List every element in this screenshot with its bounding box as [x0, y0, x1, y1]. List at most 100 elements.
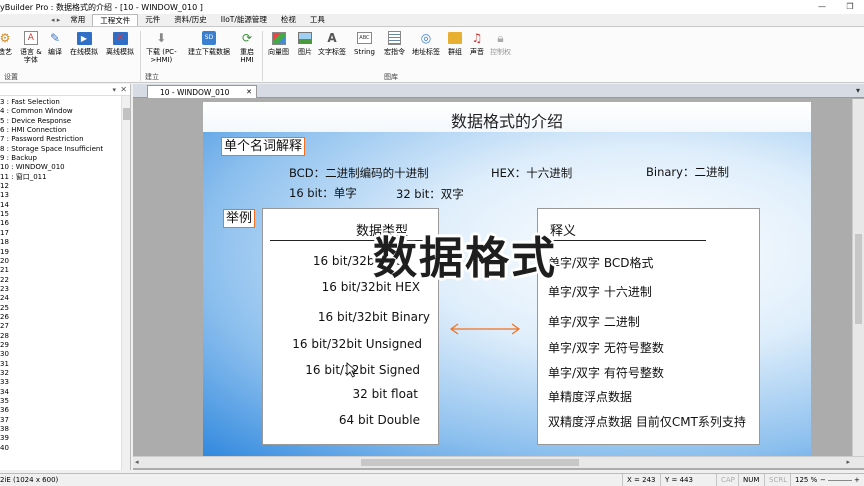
zoom-in-button[interactable]: + — [854, 474, 860, 486]
online-simulation-button[interactable]: ▶ 在线模拟 — [70, 29, 98, 56]
scroll-thumb[interactable] — [123, 108, 130, 120]
window-list-item[interactable]: 30 — [0, 350, 122, 359]
menu-data-history[interactable]: 资料/历史 — [167, 14, 214, 26]
address-tag-button[interactable]: ◎ 地址标签 — [412, 29, 440, 56]
offline-simulation-button[interactable]: ✕ 离线模拟 — [106, 29, 134, 56]
window-list-item[interactable]: 6 : HMI Connection — [0, 126, 122, 135]
restore-button[interactable]: ❐ — [836, 0, 864, 14]
window-list-item[interactable]: 36 — [0, 406, 122, 415]
lock-icon: 🔒︎ — [497, 31, 504, 45]
menu-scroll-arrows[interactable]: ◂ ▸ — [48, 16, 63, 24]
window-list-item[interactable]: 38 — [0, 425, 122, 434]
video-caption-overlay: 数据格式 — [373, 233, 557, 284]
window-list-item[interactable]: 9 : Backup — [0, 154, 122, 163]
window-list-item[interactable]: 25 — [0, 304, 122, 313]
download-button[interactable]: ⬇ 下载 (PC- >HMI) — [146, 29, 177, 64]
window-list-item[interactable]: 37 — [0, 416, 122, 425]
window-list-item[interactable]: 23 — [0, 285, 122, 294]
example-tag[interactable]: 举例 — [223, 209, 256, 228]
picture-button[interactable]: 图片 — [296, 29, 314, 56]
menu-project-file[interactable]: 工程文件 — [92, 14, 139, 26]
close-icon[interactable]: ✕ — [120, 84, 127, 96]
menu-objects[interactable]: 元件 — [138, 14, 167, 26]
menu-common[interactable]: 常用 — [63, 14, 92, 26]
compile-button[interactable]: ✎ 编译 — [46, 29, 64, 56]
control-permission-button[interactable]: 🔒︎ 控制权 — [490, 29, 511, 56]
window-list-item[interactable]: 7 : Password Restriction — [0, 135, 122, 144]
window-list-item[interactable]: 39 — [0, 434, 122, 443]
meaning-panel[interactable]: 释义 单字/双字 BCD格式 单字/双字 十六进制 单字/双字 二进制 单字/双… — [537, 208, 760, 445]
window-list-item[interactable]: 11 : 窗口_011 — [0, 173, 122, 182]
compile-icon: ✎ — [49, 31, 61, 45]
pin-icon[interactable]: ▾ — [112, 84, 116, 96]
text-label-button[interactable]: A 文字标签 — [318, 29, 346, 56]
cursor-y: Y = 443 — [660, 474, 693, 486]
scroll-thumb[interactable] — [855, 234, 862, 324]
restart-hmi-button[interactable]: ⟳ 重启 HMI — [238, 29, 256, 64]
def-16bit[interactable]: 16 bit：单字 — [289, 185, 357, 201]
window-list-item[interactable]: 8 : Storage Space Insufficient — [0, 145, 122, 154]
vertical-scrollbar[interactable] — [852, 99, 864, 456]
window-list-item[interactable]: 21 — [0, 266, 122, 275]
window-list-item[interactable]: 32 — [0, 369, 122, 378]
window-list-item[interactable]: 35 — [0, 397, 122, 406]
settings-button[interactable]: ⚙ 造艺 — [0, 29, 14, 56]
def-binary[interactable]: Binary：二进制 — [646, 164, 729, 180]
tab-close-icon[interactable]: ✕ — [246, 86, 252, 99]
vector-graphics-button[interactable]: 向量图 — [268, 29, 289, 56]
panel-header: ▾ ✕ — [0, 84, 130, 96]
sound-button[interactable]: ♫ 声音 — [468, 29, 486, 56]
zoom-out-button[interactable]: − — [820, 474, 826, 486]
data-type-row: 64 bit Double — [338, 413, 420, 427]
window-list-item[interactable]: 26 — [0, 313, 122, 322]
scroll-thumb[interactable] — [361, 459, 579, 466]
text-label-icon: A — [327, 31, 337, 45]
window-list-item[interactable]: 18 — [0, 238, 122, 247]
window-list-item[interactable]: 17 — [0, 229, 122, 238]
term-definition-tag[interactable]: 单个名词解释 — [221, 137, 306, 156]
window-list-item[interactable]: 14 — [0, 201, 122, 210]
window-list-item[interactable]: 34 — [0, 388, 122, 397]
menu-tools[interactable]: 工具 — [303, 14, 332, 26]
window-list-item[interactable]: 31 — [0, 360, 122, 369]
window-list-item[interactable]: 5 : Device Response — [0, 117, 122, 126]
window-list-item[interactable]: 15 — [0, 210, 122, 219]
tabs-dropdown-icon[interactable]: ▾ — [856, 86, 860, 95]
window-list-item[interactable]: 10 : WINDOW_010 — [0, 163, 122, 172]
scroll-right-icon[interactable]: ▸ — [846, 457, 850, 468]
window-list-item[interactable]: 20 — [0, 257, 122, 266]
window-list-item[interactable]: 3 : Fast Selection — [0, 98, 122, 107]
window-list-item[interactable]: 24 — [0, 294, 122, 303]
menu-view[interactable]: 检视 — [274, 14, 303, 26]
zoom-slider[interactable] — [828, 480, 852, 481]
window-list-item[interactable]: 27 — [0, 322, 122, 331]
tab-window-010[interactable]: 10 - WINDOW_010 ✕ — [147, 85, 257, 98]
minimize-button[interactable]: — — [808, 0, 836, 14]
group-label-library: 图库 — [384, 73, 398, 81]
language-font-button[interactable]: A 语言 & 字体 — [20, 29, 42, 64]
def-32bit[interactable]: 32 bit：双字 — [396, 186, 464, 202]
window-list-item[interactable]: 28 — [0, 332, 122, 341]
window-list-item[interactable]: 19 — [0, 248, 122, 257]
window-list-item[interactable]: 33 — [0, 378, 122, 387]
window-list-item[interactable]: 22 — [0, 276, 122, 285]
window-list-item[interactable]: 40 — [0, 444, 122, 453]
macro-button[interactable]: 宏指令 — [384, 29, 405, 56]
window-title: yBuilder Pro : 数据格式的介绍 - [10 - WINDOW_01… — [0, 2, 203, 12]
scroll-left-icon[interactable]: ◂ — [135, 457, 139, 468]
build-download-data-button[interactable]: SD 建立下载数据 — [188, 29, 230, 56]
window-list-item[interactable]: 12 — [0, 182, 122, 191]
menu-iiot[interactable]: IIoT/能源管理 — [214, 14, 274, 26]
string-button[interactable]: ABC String — [354, 29, 375, 56]
window-list-item[interactable]: 16 — [0, 219, 122, 228]
window-list-item[interactable]: 13 — [0, 191, 122, 200]
def-hex[interactable]: HEX：十六进制 — [491, 165, 572, 181]
ribbon-separator — [140, 31, 141, 81]
window-list-item[interactable]: 4 : Common Window — [0, 107, 122, 116]
data-type-row: 16 bit/32bit Signed — [305, 363, 420, 377]
panel-scrollbar[interactable] — [121, 96, 130, 470]
horizontal-scrollbar[interactable]: ◂ ▸ — [133, 456, 864, 468]
group-button[interactable]: 群组 — [446, 29, 464, 56]
window-list-item[interactable]: 29 — [0, 341, 122, 350]
def-bcd[interactable]: BCD：二进制编码的十进制 — [289, 165, 429, 181]
